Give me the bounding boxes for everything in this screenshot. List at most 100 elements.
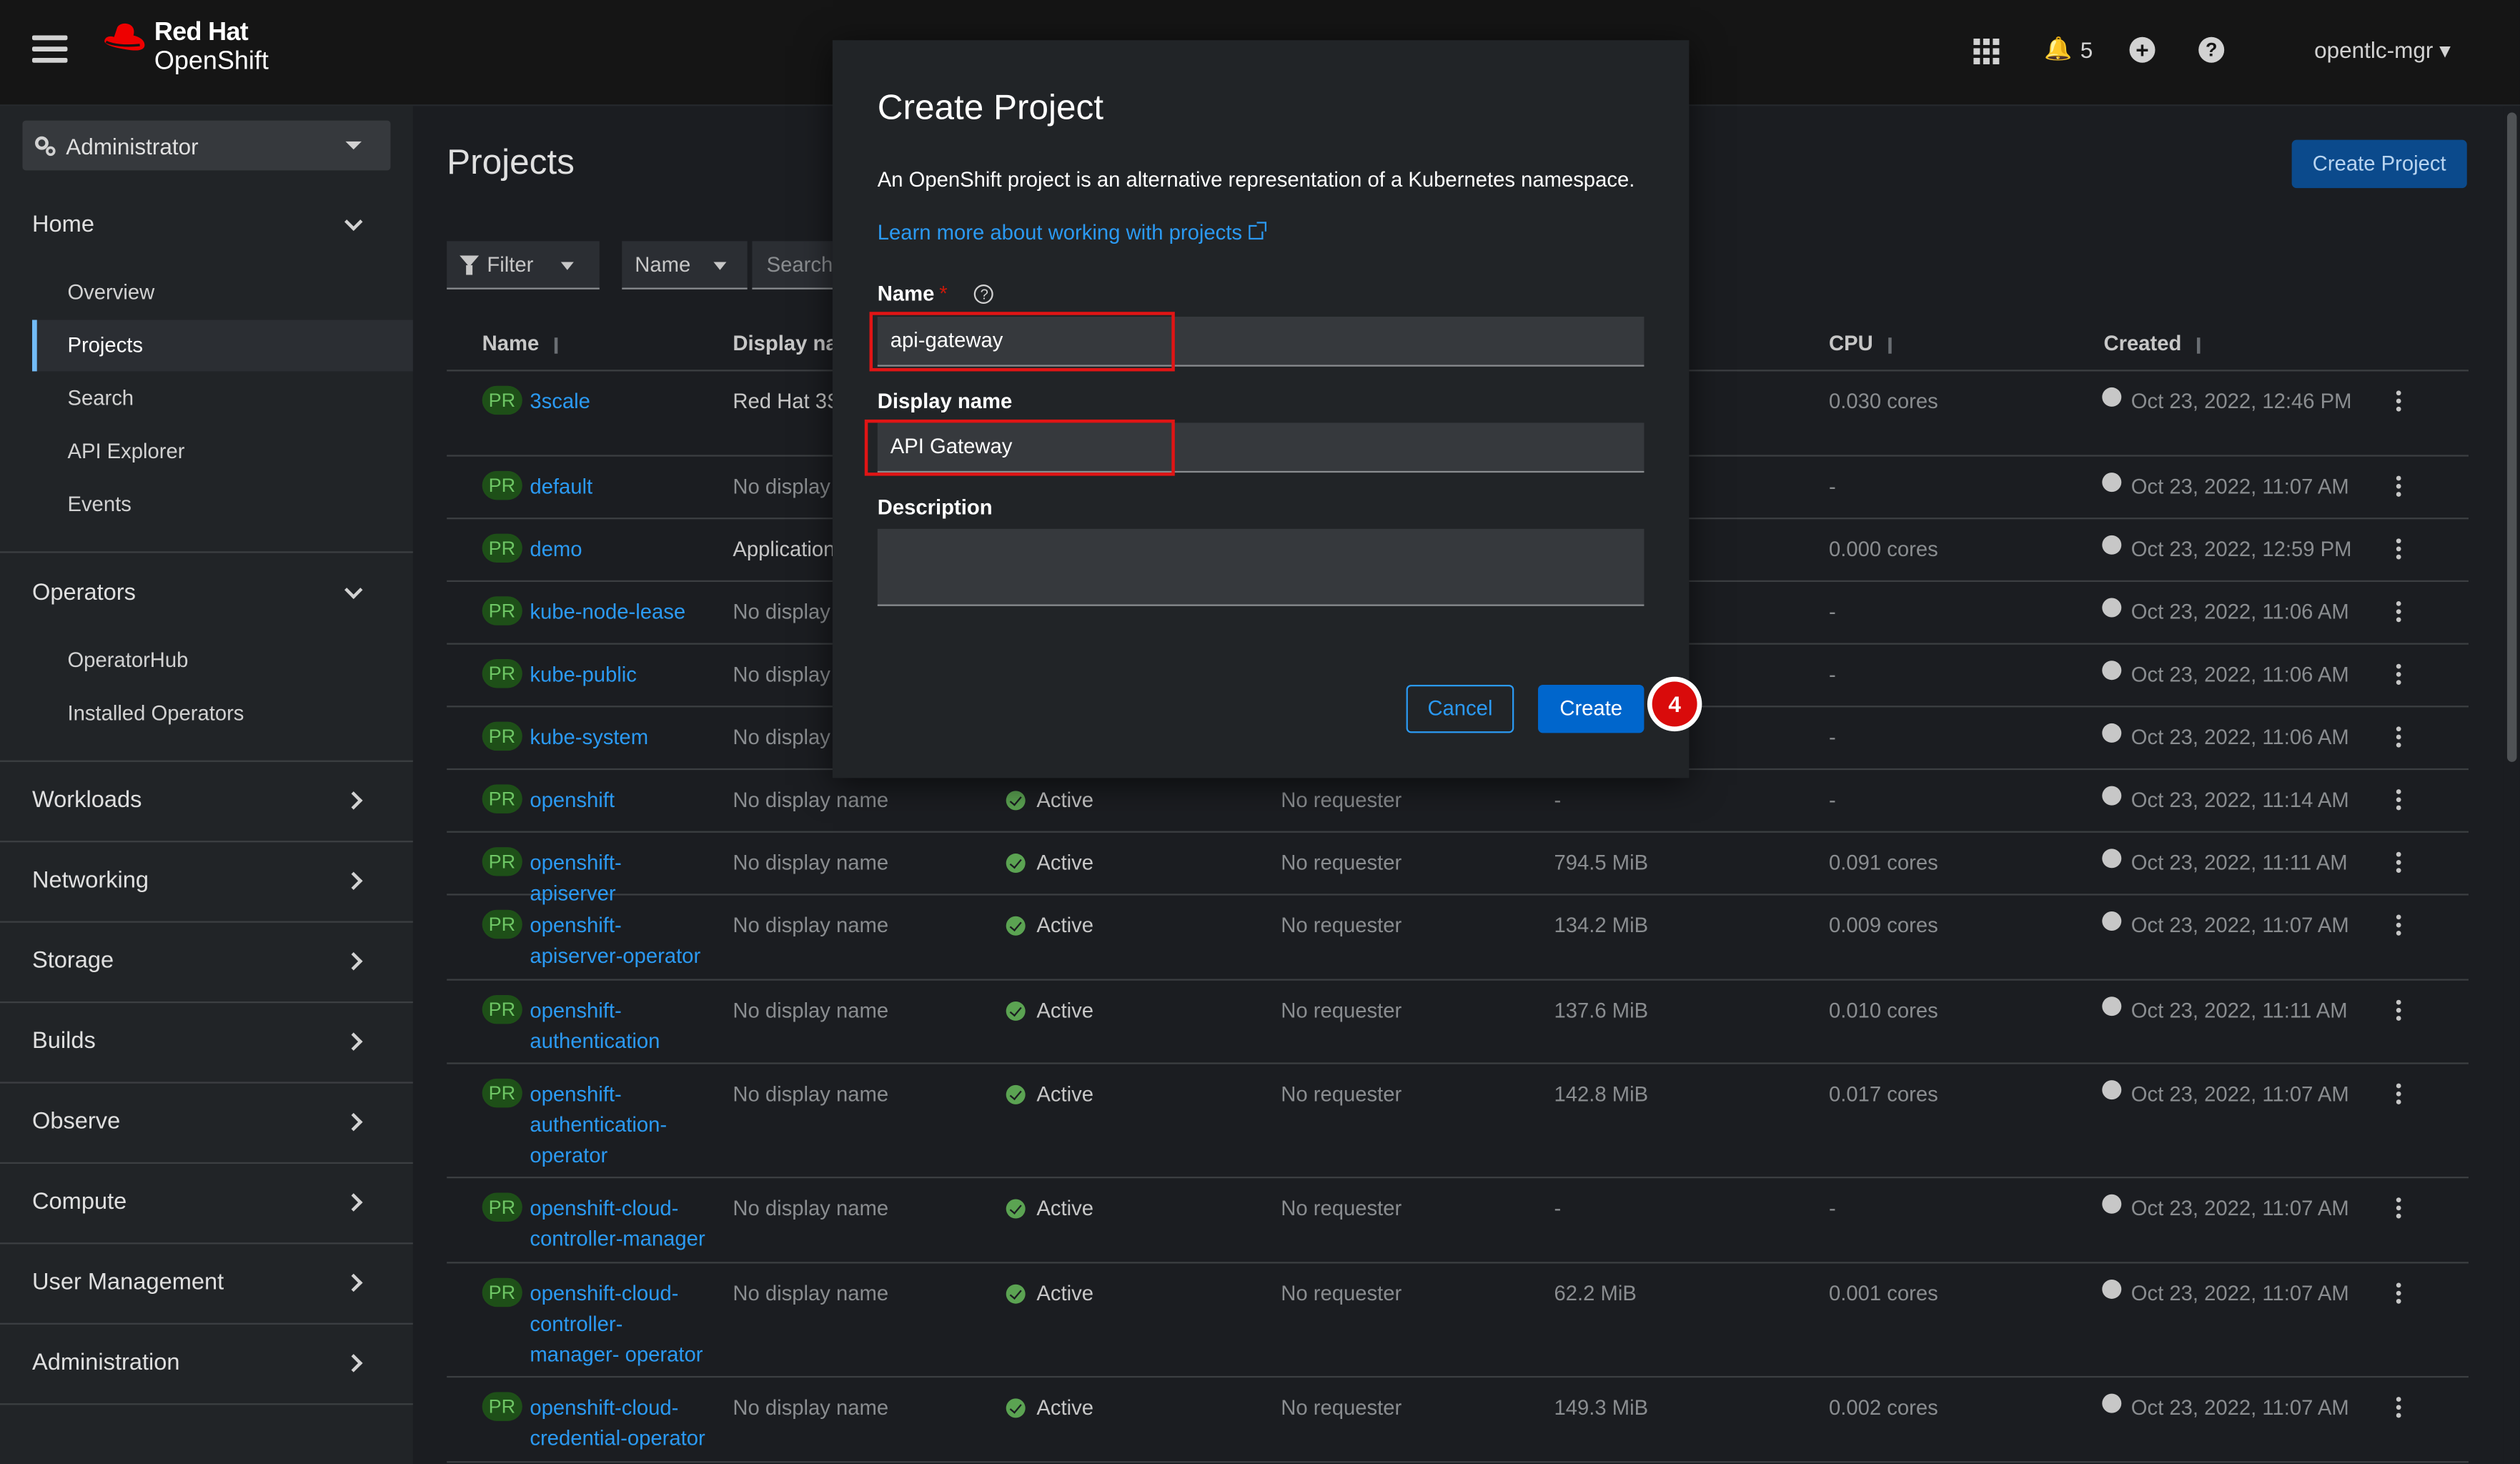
- user-menu[interactable]: opentlc-mgr ▾: [2314, 37, 2451, 64]
- project-name-cell: PR openshift-cloud- controller-manager- o…: [482, 1277, 708, 1370]
- user-name: opentlc-mgr: [2314, 36, 2434, 63]
- description-label: Description: [877, 495, 993, 520]
- sidebar: Administrator Home Overview Projects Sea…: [0, 106, 413, 1464]
- nav-section-compute[interactable]: Compute: [32, 1190, 127, 1215]
- project-badge: PR: [482, 847, 522, 876]
- nav-divider: [0, 760, 413, 762]
- nav-divider: [0, 1082, 413, 1084]
- nav-section-administration[interactable]: Administration: [32, 1350, 180, 1376]
- redhat-openshift-logo[interactable]: Red Hat OpenShift: [99, 20, 269, 75]
- column-header-cpu[interactable]: CPU: [1829, 331, 1893, 355]
- nav-section-operators[interactable]: Operators: [32, 580, 136, 606]
- help-icon[interactable]: ?: [2198, 36, 2225, 63]
- project-link[interactable]: openshift- authentication: [530, 995, 707, 1056]
- page-scrollbar[interactable]: [2504, 106, 2520, 1464]
- chevron-right-icon: [344, 791, 363, 810]
- created-cell: Oct 23, 2022, 11:14 AM: [2102, 784, 2349, 815]
- nav-section-user-management[interactable]: User Management: [32, 1270, 224, 1295]
- created-cell: Oct 23, 2022, 11:07 AM: [2102, 471, 2349, 502]
- cpu-cell: 0.017 cores: [1829, 1082, 1938, 1107]
- created-cell: Oct 23, 2022, 11:06 AM: [2102, 596, 2349, 627]
- globe-icon: [2102, 996, 2122, 1016]
- sidebar-item-operatorhub[interactable]: OperatorHub: [32, 635, 413, 686]
- check-circle-icon: [1006, 1398, 1026, 1418]
- nav-section-workloads[interactable]: Workloads: [32, 788, 142, 813]
- nav-divider: [0, 1242, 413, 1245]
- kebab-menu-icon[interactable]: [2396, 914, 2401, 939]
- kebab-menu-icon[interactable]: [2396, 999, 2401, 1024]
- project-link[interactable]: kube-system: [530, 722, 648, 753]
- help-icon[interactable]: ?: [974, 283, 994, 303]
- create-button[interactable]: Create: [1538, 684, 1645, 733]
- project-link[interactable]: kube-node-lease: [530, 596, 685, 627]
- project-link[interactable]: openshift: [530, 784, 615, 815]
- create-project-button[interactable]: Create Project: [2291, 139, 2467, 189]
- kebab-menu-icon[interactable]: [2396, 1397, 2401, 1421]
- cancel-button[interactable]: Cancel: [1406, 684, 1514, 733]
- sidebar-item-projects[interactable]: Projects: [31, 320, 413, 372]
- cpu-cell: 0.010 cores: [1829, 998, 1938, 1023]
- project-link[interactable]: openshift- authentication- operator: [530, 1079, 707, 1170]
- status-text: Active: [1036, 1082, 1094, 1107]
- project-link[interactable]: openshift- apiserver-operator: [530, 910, 707, 971]
- column-header-display-name[interactable]: Display na: [733, 331, 837, 355]
- filter-dropdown[interactable]: Filter: [447, 241, 600, 290]
- created-cell: Oct 23, 2022, 11:06 AM: [2102, 659, 2349, 690]
- nav-section-home[interactable]: Home: [32, 212, 94, 238]
- kebab-menu-icon[interactable]: [2396, 475, 2401, 500]
- perspective-switcher[interactable]: Administrator: [22, 120, 391, 171]
- sidebar-item-events[interactable]: Events: [32, 479, 413, 530]
- sidebar-item-search[interactable]: Search: [32, 373, 413, 425]
- display-name-label: Display name: [877, 389, 1013, 413]
- kebab-menu-icon[interactable]: [2396, 1282, 2401, 1307]
- chevron-right-icon: [344, 1193, 363, 1212]
- kebab-menu-icon[interactable]: [2396, 538, 2401, 563]
- project-link[interactable]: openshift-cloud- credential-operator: [530, 1392, 707, 1453]
- kebab-menu-icon[interactable]: [2396, 1197, 2401, 1222]
- nav-section-storage[interactable]: Storage: [32, 949, 114, 974]
- kebab-menu-icon[interactable]: [2396, 663, 2401, 688]
- nav-section-builds[interactable]: Builds: [32, 1029, 96, 1054]
- column-header-created[interactable]: Created: [2104, 331, 2201, 355]
- nav-section-observe[interactable]: Observe: [32, 1109, 120, 1135]
- sidebar-item-overview[interactable]: Overview: [32, 267, 413, 318]
- learn-more-link[interactable]: Learn more about working with projects: [878, 220, 1266, 244]
- import-plus-icon[interactable]: +: [2129, 36, 2156, 63]
- check-circle-icon: [1006, 1198, 1026, 1218]
- memory-cell: 134.2 MiB: [1554, 913, 1649, 937]
- notifications-button[interactable]: 🔔 5: [2044, 35, 2093, 62]
- kebab-menu-icon[interactable]: [2396, 726, 2401, 751]
- sidebar-item-installed-operators[interactable]: Installed Operators: [32, 688, 413, 739]
- page-title: Projects: [447, 141, 575, 182]
- project-link[interactable]: openshift-cloud- controller-manager: [530, 1193, 707, 1254]
- project-link[interactable]: kube-public: [530, 659, 637, 690]
- kebab-menu-icon[interactable]: [2396, 851, 2401, 876]
- project-link[interactable]: openshift-cloud- controller-manager- ope…: [530, 1278, 707, 1370]
- project-name-cell: PR demo: [482, 533, 708, 565]
- project-name-cell: PR openshift- apiserver-operator: [482, 909, 708, 971]
- cpu-cell: 0.000 cores: [1829, 537, 1938, 561]
- project-badge: PR: [482, 1192, 522, 1222]
- application-launcher-icon[interactable]: [1973, 38, 2000, 64]
- column-header-name[interactable]: Name: [482, 331, 559, 355]
- kebab-menu-icon[interactable]: [2396, 1083, 2401, 1108]
- created-text: Oct 23, 2022, 11:07 AM: [2130, 1196, 2349, 1220]
- kebab-menu-icon[interactable]: [2396, 390, 2401, 415]
- sidebar-item-api-explorer[interactable]: API Explorer: [32, 426, 413, 478]
- project-link[interactable]: demo: [530, 534, 582, 565]
- nav-section-networking[interactable]: Networking: [32, 868, 149, 894]
- scroll-thumb[interactable]: [2506, 112, 2517, 762]
- kebab-menu-icon[interactable]: [2396, 789, 2401, 813]
- display-name-cell: No display name: [733, 1196, 889, 1220]
- project-name-cell: PR openshift: [482, 784, 708, 815]
- hamburger-menu-icon[interactable]: [31, 35, 68, 64]
- kebab-menu-icon[interactable]: [2396, 601, 2401, 625]
- project-link[interactable]: 3scale: [530, 386, 590, 417]
- created-text: Oct 23, 2022, 11:06 AM: [2130, 662, 2349, 687]
- name-filter-select[interactable]: Name: [622, 241, 748, 290]
- description-textarea[interactable]: [877, 528, 1645, 606]
- created-cell: Oct 23, 2022, 11:07 AM: [2102, 1079, 2349, 1109]
- created-text: Oct 23, 2022, 11:14 AM: [2130, 787, 2349, 812]
- project-link[interactable]: default: [530, 471, 592, 502]
- globe-icon: [2102, 910, 2122, 930]
